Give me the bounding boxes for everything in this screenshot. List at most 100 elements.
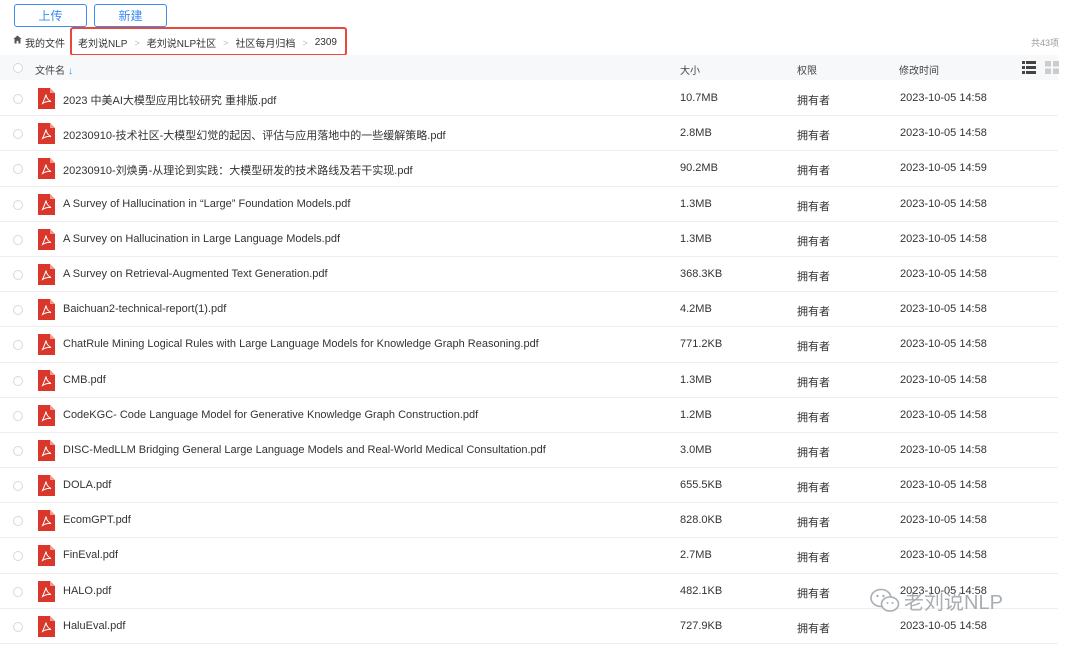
row-checkbox[interactable]: [13, 340, 23, 351]
file-size: 828.0KB: [680, 514, 723, 527]
table-row[interactable]: DISC-MedLLM Bridging General Large Langu…: [0, 433, 1058, 469]
table-row[interactable]: FinEval.pdf 2.7MB 拥有者 2023-10-05 14:58: [0, 538, 1058, 574]
column-name-header[interactable]: 文件名 ↓: [35, 62, 73, 77]
row-checkbox[interactable]: [13, 234, 23, 245]
breadcrumb-item-current[interactable]: 2309: [315, 37, 337, 48]
pdf-file-icon: [38, 193, 55, 215]
list-view-icon[interactable]: [1022, 61, 1036, 74]
row-checkbox[interactable]: [13, 481, 23, 492]
file-modified: 2023-10-05 14:59: [900, 162, 987, 175]
file-name[interactable]: 2023 中美AI大模型应用比较研究 重排版.pdf: [63, 92, 276, 108]
file-name[interactable]: CodeKGC- Code Language Model for Generat…: [63, 409, 478, 421]
table-row[interactable]: Baichuan2-technical-report(1).pdf 4.2MB …: [0, 292, 1058, 328]
row-checkbox[interactable]: [13, 621, 23, 632]
table-header: 文件名 ↓ 大小 权限 修改时间: [0, 55, 1059, 80]
row-checkbox[interactable]: [13, 199, 23, 210]
table-row[interactable]: A Survey of Hallucination in “Large” Fou…: [0, 187, 1058, 222]
file-modified: 2023-10-05 14:58: [900, 549, 987, 562]
table-row[interactable]: 2023 中美AI大模型应用比较研究 重排版.pdf 10.7MB 拥有者 20…: [0, 81, 1058, 117]
breadcrumb-item[interactable]: 老刘说NLP社区: [147, 35, 216, 50]
file-size: 2.7MB: [680, 549, 712, 562]
row-checkbox[interactable]: [13, 445, 23, 456]
table-row[interactable]: 20230910-刘焕勇-从理论到实践：大模型研发的技术路线及若干实现.pdf …: [0, 151, 1058, 187]
file-name[interactable]: DOLA.pdf: [63, 479, 111, 491]
file-size: 1.3MB: [680, 197, 712, 210]
column-size-header[interactable]: 大小: [680, 62, 700, 77]
table-row[interactable]: ChatRule Mining Logical Rules with Large…: [0, 327, 1058, 363]
breadcrumb-path: 老刘说NLP > 老刘说NLP社区 > 社区每月归档 > 2309: [78, 35, 337, 50]
file-permission: 拥有者: [797, 482, 830, 495]
row-checkbox[interactable]: [13, 269, 23, 280]
file-permission: 拥有者: [797, 270, 830, 283]
pdf-file-icon: [38, 158, 55, 180]
column-modified-header[interactable]: 修改时间: [899, 62, 939, 77]
breadcrumb-separator: >: [223, 37, 229, 48]
row-checkbox[interactable]: [13, 305, 23, 316]
file-name[interactable]: A Survey of Hallucination in “Large” Fou…: [63, 198, 350, 210]
file-name[interactable]: FinEval.pdf: [63, 549, 118, 561]
row-checkbox[interactable]: [13, 164, 23, 175]
breadcrumb-root[interactable]: 我的文件: [25, 35, 65, 50]
file-name[interactable]: Baichuan2-technical-report(1).pdf: [63, 303, 226, 315]
file-name[interactable]: ChatRule Mining Logical Rules with Large…: [63, 338, 539, 350]
file-permission: 拥有者: [797, 341, 830, 354]
file-name[interactable]: A Survey on Hallucination in Large Langu…: [63, 233, 340, 245]
table-row[interactable]: EcomGPT.pdf 828.0KB 拥有者 2023-10-05 14:58: [0, 503, 1058, 539]
file-name[interactable]: HaluEval.pdf: [63, 620, 125, 632]
table-row[interactable]: DOLA.pdf 655.5KB 拥有者 2023-10-05 14:58: [0, 468, 1058, 504]
row-checkbox[interactable]: [13, 129, 23, 140]
row-checkbox[interactable]: [13, 586, 23, 597]
file-size: 90.2MB: [680, 162, 718, 175]
pdf-file-icon: [38, 510, 55, 532]
table-row[interactable]: 20230910-技术社区-大模型幻觉的起因、评估与应用落地中的一些缓解策略.p…: [0, 116, 1058, 152]
file-name[interactable]: EcomGPT.pdf: [63, 514, 131, 526]
row-checkbox[interactable]: [13, 94, 23, 104]
file-permission: 拥有者: [797, 446, 830, 459]
file-size: 2.8MB: [680, 127, 712, 140]
column-permission-header[interactable]: 权限: [797, 62, 817, 77]
table-row[interactable]: A Survey on Hallucination in Large Langu…: [0, 222, 1058, 257]
pdf-file-icon: [38, 475, 55, 497]
file-size: 771.2KB: [680, 338, 723, 351]
table-row[interactable]: A Survey on Retrieval-Augmented Text Gen…: [0, 257, 1058, 293]
pdf-file-icon: [38, 404, 55, 426]
breadcrumb-item[interactable]: 社区每月归档: [235, 35, 295, 50]
file-name[interactable]: DISC-MedLLM Bridging General Large Langu…: [63, 444, 546, 456]
pdf-file-icon: [38, 228, 55, 250]
file-modified: 2023-10-05 14:58: [900, 408, 987, 421]
grid-view-icon[interactable]: [1045, 61, 1059, 74]
file-name[interactable]: 20230910-刘焕勇-从理论到实践：大模型研发的技术路线及若干实现.pdf: [63, 162, 413, 178]
file-permission: 拥有者: [797, 622, 830, 635]
file-name[interactable]: CMB.pdf: [63, 374, 106, 386]
file-modified: 2023-10-05 14:58: [900, 373, 987, 386]
file-permission: 拥有者: [797, 411, 830, 424]
file-size: 3.0MB: [680, 443, 712, 456]
new-button[interactable]: 新建: [94, 4, 167, 27]
item-count: 共43项: [1030, 38, 1059, 48]
select-all-checkbox[interactable]: [13, 63, 23, 73]
row-checkbox[interactable]: [13, 410, 23, 421]
file-name[interactable]: A Survey on Retrieval-Augmented Text Gen…: [63, 268, 328, 280]
row-checkbox[interactable]: [13, 551, 23, 562]
file-size: 4.2MB: [680, 303, 712, 316]
watermark: 老刘说NLP: [870, 586, 1003, 615]
table-row[interactable]: CodeKGC- Code Language Model for Generat…: [0, 398, 1058, 433]
table-row[interactable]: CMB.pdf 1.3MB 拥有者 2023-10-05 14:58: [0, 363, 1058, 398]
file-name[interactable]: HALO.pdf: [63, 585, 111, 597]
pdf-file-icon: [38, 545, 55, 567]
home-icon[interactable]: [13, 35, 22, 44]
row-checkbox[interactable]: [13, 375, 23, 386]
file-modified: 2023-10-05 14:58: [900, 443, 987, 456]
sort-down-icon[interactable]: ↓: [68, 66, 73, 77]
file-modified: 2023-10-05 14:58: [900, 92, 987, 104]
file-name[interactable]: 20230910-技术社区-大模型幻觉的起因、评估与应用落地中的一些缓解策略.p…: [63, 127, 446, 143]
upload-button[interactable]: 上传: [14, 4, 87, 27]
file-permission: 拥有者: [797, 376, 830, 389]
file-modified: 2023-10-05 14:58: [900, 514, 987, 527]
toolbar: 上传 新建: [14, 4, 167, 27]
wechat-icon: [870, 588, 900, 612]
file-permission: 拥有者: [797, 235, 830, 248]
row-checkbox[interactable]: [13, 516, 23, 527]
breadcrumb-item[interactable]: 老刘说NLP: [78, 35, 127, 50]
file-size: 655.5KB: [680, 479, 723, 492]
